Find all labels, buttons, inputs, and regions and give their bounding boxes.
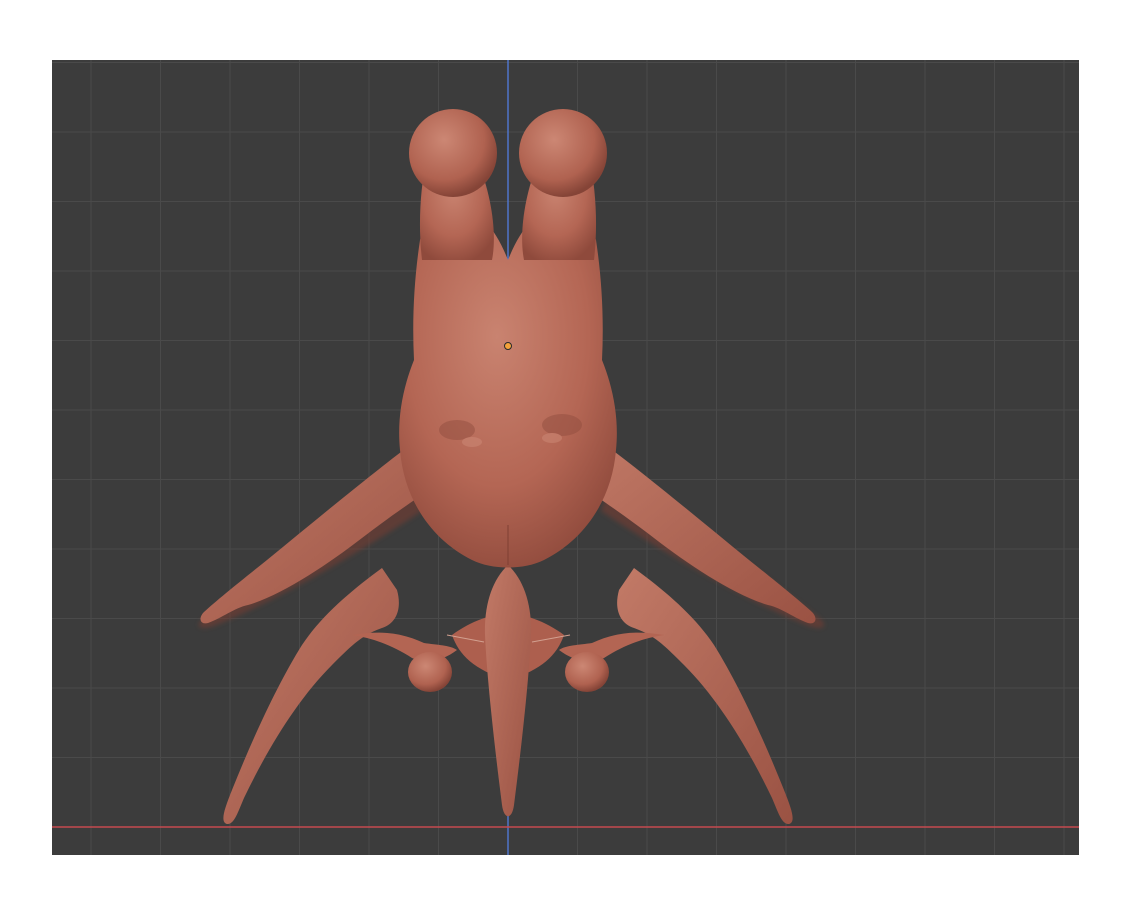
left-eye-ball	[409, 109, 497, 197]
right-joint	[565, 652, 609, 692]
3d-viewport[interactable]	[52, 60, 1079, 855]
viewport-canvas[interactable]	[52, 60, 1079, 855]
left-joint	[408, 652, 452, 692]
right-eye-ball	[519, 109, 607, 197]
object-origin-dot[interactable]	[504, 342, 512, 350]
body	[399, 211, 617, 568]
